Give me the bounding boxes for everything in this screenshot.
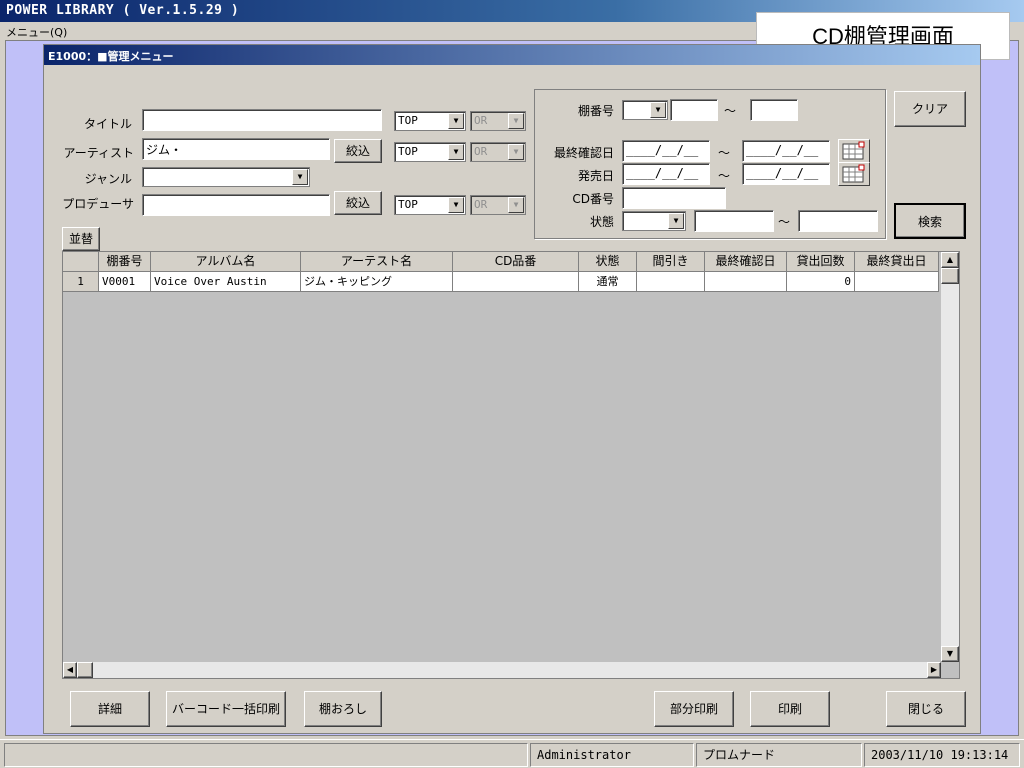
- cd-number-input[interactable]: [622, 187, 726, 209]
- shelf-from-input[interactable]: [670, 99, 718, 121]
- chevron-down-icon: ▼: [508, 197, 524, 213]
- chevron-down-icon: ▼: [448, 113, 464, 129]
- table-cell-status[interactable]: 通常: [579, 272, 637, 292]
- calendar-icon: [842, 164, 865, 183]
- title-or-select: OR ▼: [470, 111, 526, 131]
- scroll-thumb[interactable]: [941, 268, 959, 284]
- table-cell-cd-product-no[interactable]: [453, 272, 579, 292]
- chevron-down-icon: ▼: [650, 102, 666, 118]
- scroll-left-icon[interactable]: ◀: [63, 662, 77, 678]
- artist-label: アーティスト: [63, 146, 134, 160]
- last-check-from-input[interactable]: ____/__/__: [622, 140, 710, 162]
- table-cell-shelf-number[interactable]: V0001: [99, 272, 151, 292]
- column-header-status[interactable]: 状態: [579, 252, 637, 272]
- close-button[interactable]: 閉じる: [886, 691, 966, 727]
- shelf-prefix-select[interactable]: ▼: [622, 100, 668, 120]
- column-header-row-number[interactable]: [63, 252, 99, 272]
- calendar-icon: [842, 141, 865, 160]
- artist-or-select: OR ▼: [470, 142, 526, 162]
- producer-input[interactable]: [142, 194, 330, 216]
- scroll-down-icon[interactable]: ▼: [941, 646, 959, 662]
- genre-label: ジャンル: [84, 172, 132, 186]
- detail-button[interactable]: 詳細: [70, 691, 150, 727]
- status-user: Administrator: [530, 743, 694, 767]
- shelf-number-label: 棚番号: [577, 104, 614, 118]
- calendar-button[interactable]: [838, 139, 870, 163]
- table-cell-lend-count[interactable]: 0: [787, 272, 855, 292]
- clear-button[interactable]: クリア: [894, 91, 966, 127]
- artist-filter-button[interactable]: 絞込: [334, 139, 382, 163]
- scroll-up-icon[interactable]: ▲: [941, 252, 959, 268]
- producer-or-select: OR ▼: [470, 195, 526, 215]
- artist-match-select[interactable]: TOP ▼: [394, 142, 466, 162]
- chevron-down-icon: ▼: [448, 144, 464, 160]
- genre-select[interactable]: ▼: [142, 167, 310, 187]
- status-location: プロムナード: [696, 743, 862, 767]
- chevron-down-icon: ▼: [292, 169, 308, 185]
- title-label: タイトル: [83, 117, 132, 131]
- range-tilde: ～: [718, 146, 731, 160]
- column-header-thinning[interactable]: 間引き: [637, 252, 705, 272]
- column-header-artist-name[interactable]: アーテスト名: [301, 252, 453, 272]
- status-panel-empty: [4, 743, 528, 767]
- chevron-down-icon: ▼: [448, 197, 464, 213]
- last-check-to-input[interactable]: ____/__/__: [742, 140, 830, 162]
- producer-filter-button[interactable]: 絞込: [334, 191, 382, 215]
- column-header-shelf-number[interactable]: 棚番号: [99, 252, 151, 272]
- column-header-last-lend-date[interactable]: 最終貸出日: [855, 252, 939, 272]
- table-cell-artist-name[interactable]: ジム・キッピング: [301, 272, 453, 292]
- barcode-print-button[interactable]: バーコード一括印刷: [166, 691, 286, 727]
- status-bar: Administrator プロムナード 2003/11/10 19:13:14: [0, 739, 1024, 768]
- shelf-to-input[interactable]: [750, 99, 798, 121]
- table-cell-thinning[interactable]: [637, 272, 705, 292]
- horizontal-scrollbar[interactable]: ◀ ▶: [63, 662, 941, 678]
- partial-print-button[interactable]: 部分印刷: [654, 691, 734, 727]
- print-button[interactable]: 印刷: [750, 691, 830, 727]
- range-tilde: ～: [724, 104, 737, 118]
- title-match-select[interactable]: TOP ▼: [394, 111, 466, 131]
- producer-label: プロデューサ: [62, 197, 134, 211]
- column-header-album-name[interactable]: アルバム名: [151, 252, 301, 272]
- release-from-input[interactable]: ____/__/__: [622, 163, 710, 185]
- producer-match-select[interactable]: TOP ▼: [394, 195, 466, 215]
- last-check-date-label: 最終確認日: [553, 146, 614, 160]
- range-tilde: ～: [778, 215, 791, 229]
- column-header-cd-product-no[interactable]: CD品番: [453, 252, 579, 272]
- shelf-table: 棚番号 アルバム名 アーテスト名 CD品番 状態 間引き 最終確認日 貸出回数 最終貸出日 1 V0…: [62, 251, 960, 679]
- cd-number-label: CD番号: [572, 192, 614, 206]
- vertical-scrollbar[interactable]: ▲ ▼: [941, 252, 959, 662]
- calendar-button[interactable]: [838, 162, 870, 186]
- status-to-input[interactable]: [798, 210, 878, 232]
- table-cell-last-lend-date[interactable]: [855, 272, 939, 292]
- range-tilde: ～: [718, 169, 731, 183]
- release-date-label: 発売日: [577, 169, 614, 183]
- column-header-last-check-date[interactable]: 最終確認日: [705, 252, 787, 272]
- title-input[interactable]: [142, 109, 382, 131]
- artist-input[interactable]: ジム・: [142, 138, 330, 160]
- shelf-management-window: E1000：■管理メニュー タイトル TOP ▼ OR ▼ アーティスト ジム・ 絞…: [43, 44, 981, 734]
- status-from-input[interactable]: [694, 210, 774, 232]
- menu-item-menu[interactable]: メニュー(Q): [6, 26, 67, 39]
- scroll-right-icon[interactable]: ▶: [927, 662, 941, 678]
- status-label: 状態: [589, 215, 614, 229]
- search-button[interactable]: 検索: [894, 203, 966, 239]
- sort-button[interactable]: 並替: [62, 227, 100, 251]
- release-to-input[interactable]: ____/__/__: [742, 163, 830, 185]
- table-cell-album-name[interactable]: Voice Over Austin: [151, 272, 301, 292]
- table-cell-row-number[interactable]: 1: [63, 272, 99, 292]
- chevron-down-icon: ▼: [668, 213, 684, 229]
- status-datetime: 2003/11/10 19:13:14: [864, 743, 1020, 767]
- status-select[interactable]: ▼: [622, 211, 686, 231]
- chevron-down-icon: ▼: [508, 144, 524, 160]
- chevron-down-icon: ▼: [508, 113, 524, 129]
- column-header-lend-count[interactable]: 貸出回数: [787, 252, 855, 272]
- inventory-button[interactable]: 棚おろし: [304, 691, 382, 727]
- scroll-thumb[interactable]: [77, 662, 93, 678]
- window-title-bar: E1000：■管理メニュー: [44, 45, 980, 65]
- table-cell-last-check-date[interactable]: [705, 272, 787, 292]
